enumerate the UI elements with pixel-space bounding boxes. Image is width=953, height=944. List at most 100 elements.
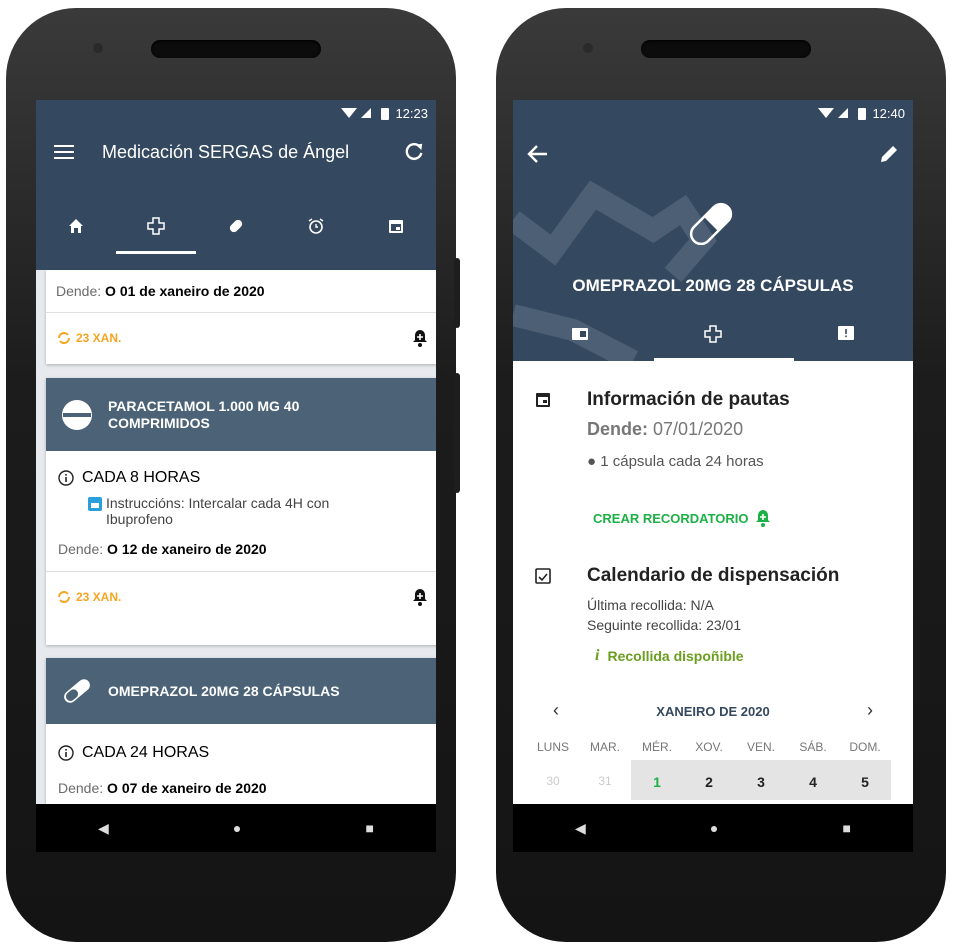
last-pickup: Última recollida: N/A: [587, 597, 714, 613]
since-label: Dende:: [58, 780, 104, 796]
alert-icon: [838, 325, 855, 340]
since-label: Dende:: [58, 541, 104, 557]
renew-icon: [58, 332, 70, 344]
calendar-day[interactable]: 31: [579, 760, 631, 800]
since-value: 07/01/2020: [653, 419, 744, 439]
section-title: Información de pautas: [587, 389, 790, 410]
status-bar: 12:40: [513, 100, 913, 126]
tab-medication[interactable]: [116, 198, 196, 254]
system-nav-bar: ◀ ● ■: [36, 804, 436, 852]
drug-name: PARACETAMOL 1.000 MG 40 COMPRIMIDOS: [108, 397, 300, 431]
medication-card[interactable]: Dende: O 01 de xaneiro de 2020 23 XAN.: [46, 270, 436, 364]
weekday-label: MAR.: [590, 740, 620, 754]
calendar-icon: [536, 393, 550, 407]
info-icon: [58, 470, 74, 486]
tab-calendar[interactable]: [356, 198, 436, 254]
calendar-day[interactable]: 4: [787, 760, 839, 800]
speaker-grille: [641, 40, 811, 58]
tab-alarms[interactable]: [276, 198, 356, 254]
tab-home[interactable]: [36, 198, 116, 254]
back-nav-icon[interactable]: ◀: [98, 820, 109, 837]
info-icon: i: [595, 647, 600, 664]
calendar-day[interactable]: 5: [839, 760, 891, 800]
add-reminder-icon: [755, 510, 770, 527]
medication-card[interactable]: PARACETAMOL 1.000 MG 40 COMPRIMIDOS CADA…: [46, 378, 436, 645]
card-header: OMEPRAZOL 20MG 28 CÁPSULAS: [46, 658, 436, 724]
back-nav-icon[interactable]: ◀: [575, 820, 586, 837]
home-nav-icon[interactable]: ●: [710, 820, 718, 836]
calendar-day[interactable]: 2: [683, 760, 735, 800]
medical-cross-icon: [704, 324, 722, 343]
right-screen: 12:40 OMEPRAZOL 20MG 28 CÁPSULAS Informa…: [513, 100, 913, 852]
info-icon: [58, 745, 74, 761]
power-button: [454, 258, 460, 328]
create-reminder-button[interactable]: CREAR RECORDATORIO: [593, 509, 771, 527]
recents-nav-icon[interactable]: ■: [365, 820, 373, 836]
left-phone: 12:23 Medicación SERGAS de Ángel Dende: …: [6, 8, 460, 942]
weekday-label: XOV.: [695, 740, 723, 754]
battery-icon: [858, 107, 867, 120]
home-icon: [69, 219, 83, 233]
add-reminder-icon[interactable]: [412, 588, 428, 606]
calendar-day[interactable]: 30: [527, 760, 579, 800]
weekday-row: LUNS MAR. MÉR. XOV. VEN. SÁB. DOM.: [527, 740, 891, 754]
detail-header: 12:40 OMEPRAZOL 20MG 28 CÁPSULAS: [513, 100, 913, 361]
tab-medication[interactable]: [646, 306, 779, 361]
calendar-day[interactable]: 1: [631, 760, 683, 800]
add-reminder-icon[interactable]: [412, 329, 428, 347]
pill-icon: [229, 219, 243, 233]
medication-card[interactable]: OMEPRAZOL 20MG 28 CÁPSULAS CADA 24 HORAS…: [46, 658, 436, 818]
signal-icon: [818, 108, 849, 118]
weekday-label: SÁB.: [799, 740, 827, 754]
weekday-label: MÉR.: [642, 740, 672, 754]
day-row: 30 31 1 2 3 4 5: [527, 760, 891, 800]
frequency: CADA 8 HORAS: [82, 469, 201, 486]
home-nav-icon[interactable]: ●: [233, 820, 241, 836]
since-value: O 01 de xaneiro de 2020: [105, 283, 265, 299]
menu-icon[interactable]: [36, 145, 92, 159]
instructions-icon: [88, 497, 102, 511]
app-bar: 12:23 Medicación SERGAS de Ángel: [36, 100, 436, 270]
since-value: O 12 de xaneiro de 2020: [107, 541, 267, 557]
renew-date: 23 XAN.: [76, 331, 122, 345]
since-label: Dende:: [56, 283, 102, 299]
camera: [93, 43, 103, 53]
calendar-check-icon: [535, 568, 551, 584]
next-month-icon[interactable]: ›: [867, 700, 873, 721]
status-bar: 12:23: [36, 100, 436, 126]
signal-icon: [341, 108, 372, 118]
system-nav-bar: ◀ ● ■: [513, 804, 913, 852]
battery-icon: [381, 107, 390, 120]
since-label: Dende:: [587, 419, 649, 439]
renew-date: 23 XAN.: [76, 590, 122, 604]
since-value: O 07 de xaneiro de 2020: [107, 780, 267, 796]
reminder-label: CREAR RECORDATORIO: [593, 510, 749, 526]
card-icon: [571, 327, 588, 340]
weekday-label: LUNS: [536, 740, 569, 754]
card-header: PARACETAMOL 1.000 MG 40 COMPRIMIDOS: [46, 378, 436, 451]
next-pickup: Seguinte recollida: 23/01: [587, 617, 742, 633]
tablet-icon: [62, 399, 92, 430]
tab-alerts[interactable]: [780, 306, 913, 361]
tab-pills[interactable]: [196, 198, 276, 254]
drug-name: OMEPRAZOL 20MG 28 CÁPSULAS: [108, 683, 340, 699]
status-time: 12:23: [395, 105, 428, 121]
left-screen: 12:23 Medicación SERGAS de Ángel Dende: …: [36, 100, 436, 852]
weekday-label: VEN.: [746, 740, 775, 754]
edit-icon[interactable]: [879, 144, 899, 169]
tab-bar: [36, 198, 436, 254]
section-title: Calendario de dispensación: [587, 565, 840, 586]
back-arrow-icon[interactable]: [527, 144, 549, 169]
medical-cross-icon: [147, 217, 165, 235]
right-phone: 12:40 OMEPRAZOL 20MG 28 CÁPSULAS Informa…: [496, 8, 946, 942]
weekday-label: DOM.: [849, 740, 881, 754]
frequency: CADA 24 HORAS: [82, 744, 210, 761]
calendar-icon: [389, 220, 403, 233]
tab-card-info[interactable]: [513, 306, 646, 361]
recents-nav-icon[interactable]: ■: [842, 820, 850, 836]
detail-tab-bar: [513, 306, 913, 361]
volume-button: [454, 373, 460, 493]
refresh-icon[interactable]: [392, 141, 436, 163]
alarm-icon: [308, 218, 324, 234]
calendar-day[interactable]: 3: [735, 760, 787, 800]
